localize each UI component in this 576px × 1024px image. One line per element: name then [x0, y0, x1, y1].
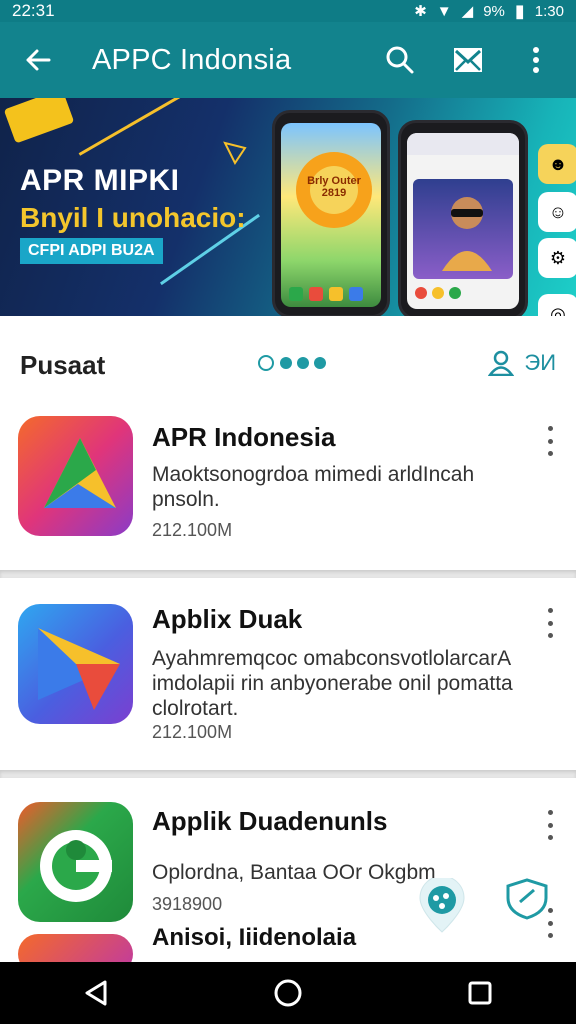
shield-icon	[506, 878, 548, 920]
square-recents-icon	[468, 981, 492, 1005]
banner-chip: CFPI ADPI BU2A	[20, 238, 163, 264]
circle-home-icon	[274, 979, 302, 1007]
nav-recents-button[interactable]	[450, 968, 510, 1018]
side-app-tile: ◎	[538, 294, 576, 316]
carousel-dot[interactable]	[280, 357, 292, 369]
signal-icon: ◢	[461, 3, 474, 20]
inbox-button[interactable]	[444, 36, 492, 84]
decor-shape	[223, 141, 247, 165]
section-header: Pusaat ЭИ	[0, 316, 576, 412]
more-vert-icon	[533, 47, 539, 73]
app-list-item[interactable]: Applik Duadenunls Oplordna, Bantaa OOr O…	[0, 778, 576, 974]
status-time-left: 22:31	[12, 1, 55, 20]
bluetooth-icon: ✱	[414, 3, 427, 20]
phone-mockup	[398, 120, 528, 316]
carousel-dot[interactable]	[314, 357, 326, 369]
side-app-tile: ☻	[538, 144, 576, 184]
promo-banner[interactable]: APR MIPKI Bnyil I unohacio: CFPI ADPI BU…	[0, 98, 576, 316]
search-button[interactable]	[376, 36, 424, 84]
status-bar: 22:31 ✱ ▼ ◢ 9% ▮ 1:30	[0, 0, 576, 22]
app-description: Ayahmremqcoc omabconsvotlolarcarA imdola…	[152, 647, 513, 720]
app-description: Oplordna, Bantaa OOr Okgbm	[152, 861, 436, 884]
status-icons: ✱ ▼ ◢ 9% ▮ 1:30	[414, 1, 564, 22]
mail-icon	[454, 48, 482, 72]
app-name: Applik Duadenunls	[152, 806, 388, 836]
wifi-icon: ▼	[436, 2, 452, 20]
status-time-right: 1:30	[534, 2, 564, 20]
app-size: 212.100M	[152, 722, 233, 742]
system-nav-bar	[0, 962, 576, 1024]
app-icon	[18, 416, 133, 536]
app-description: Maoktsonogrdoa mimedi arldIncah pnsoln.	[152, 463, 475, 511]
app-name: Apblix Duak	[152, 604, 303, 634]
page-title: APPC Indonsia	[92, 43, 292, 76]
carousel-dot[interactable]	[297, 357, 309, 369]
app-list-item[interactable]: Apblix Duak Ayahmremqcoc omabconsvotlola…	[0, 578, 576, 770]
side-app-tile: ☺	[538, 192, 576, 232]
security-button[interactable]	[502, 876, 552, 920]
banner-headline: APR MIPKI	[20, 164, 180, 197]
app-icon	[18, 802, 133, 922]
divider	[0, 770, 576, 778]
decor-stripe	[78, 98, 202, 156]
nav-back-button[interactable]	[66, 968, 126, 1018]
side-app-tile: ⚙	[538, 238, 576, 278]
triangle-back-icon	[85, 980, 107, 1006]
divider	[0, 570, 576, 578]
overflow-menu-button[interactable]	[512, 36, 560, 84]
app-list-item[interactable]: APR Indonesia Maoktsonogrdoa mimedi arld…	[0, 412, 576, 570]
more-options-button[interactable]	[540, 426, 560, 456]
person-photo	[442, 197, 492, 271]
phone-card-text: Brly Outer 2819	[307, 175, 361, 199]
arrow-left-icon	[26, 49, 51, 71]
banner-subheadline: Bnyil I unohacio:	[20, 202, 246, 233]
person-icon	[488, 350, 515, 376]
back-button[interactable]	[18, 40, 58, 80]
location-fab[interactable]	[416, 875, 468, 934]
nav-home-button[interactable]	[258, 968, 318, 1018]
battery-percent: 9%	[483, 2, 505, 20]
map-pin-icon	[419, 875, 465, 933]
app-bar: APPC Indonsia	[0, 22, 576, 98]
app-size: 3918900	[152, 894, 223, 914]
more-options-button[interactable]	[540, 810, 560, 840]
promo-badge	[3, 98, 75, 144]
account-button[interactable]: ЭИ	[488, 350, 556, 376]
app-icon	[18, 604, 133, 724]
app-size: 212.100M	[152, 520, 233, 540]
phone-mockup: Brly Outer 2819	[272, 110, 390, 316]
more-options-button[interactable]	[540, 608, 560, 638]
phone-dock	[289, 287, 363, 301]
app-name: APR Indonesia	[152, 422, 336, 452]
carousel-dot-active[interactable]	[258, 355, 274, 371]
app-name: Anisoi, Iiidenolaia	[152, 924, 357, 951]
section-title: Pusaat	[20, 350, 106, 380]
search-icon	[386, 46, 414, 74]
battery-icon: ▮	[514, 0, 525, 21]
account-label: ЭИ	[524, 350, 556, 375]
